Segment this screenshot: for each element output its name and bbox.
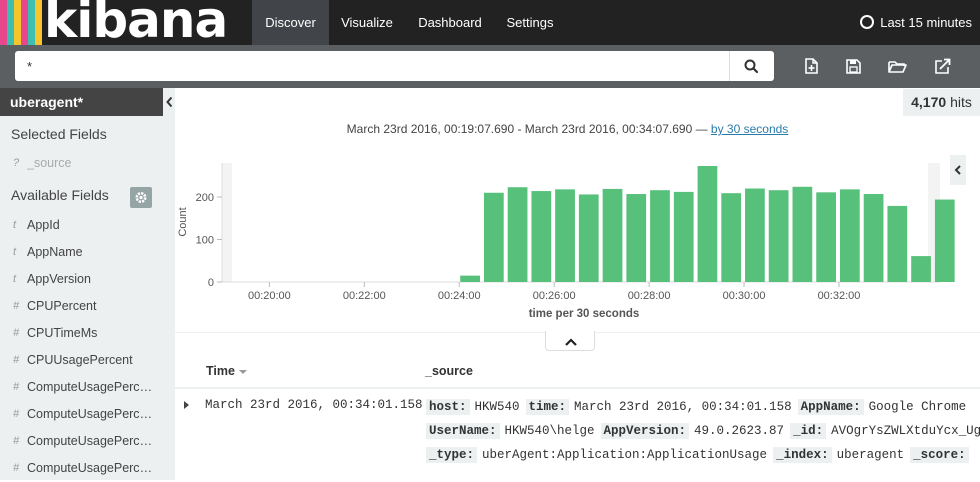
source-field-value: 49.0.2623.87 <box>694 424 785 438</box>
histogram-bar[interactable] <box>911 256 931 282</box>
histogram-chart: 0 100 200 Count 00:20:00 00:22:00 00:24:00 00:2… <box>177 163 955 320</box>
x-tick-label: 00:32:00 <box>818 290 861 302</box>
histogram-bar[interactable] <box>863 194 884 282</box>
chevron-up-icon <box>565 338 577 346</box>
histogram-bar[interactable] <box>483 192 504 282</box>
source-field-value: HKW540 <box>474 400 520 414</box>
sort-down-icon[interactable] <box>238 368 248 376</box>
field-name: ComputeUsagePercen... <box>27 407 159 421</box>
field-type-icon: # <box>13 354 20 366</box>
source-field-key: AppName: <box>797 399 864 415</box>
field-type-icon: # <box>13 435 20 447</box>
field-type-icon: # <box>13 408 20 420</box>
field-name: CPUUsagePercent <box>27 353 133 367</box>
source-field-key: _index: <box>773 447 832 463</box>
source-field-key: AppVersion: <box>600 423 690 439</box>
histogram-bar[interactable] <box>887 205 908 282</box>
y-tick-label: 0 <box>208 277 214 289</box>
field-item-cpuusagepercent[interactable]: # CPUUsagePercent <box>0 347 175 374</box>
field-item-computeusagepercen[interactable]: # ComputeUsagePercen... <box>0 401 175 428</box>
histogram-bar[interactable] <box>697 165 718 282</box>
column-header-time[interactable]: Time <box>206 364 248 378</box>
field-type-icon: # <box>13 462 20 474</box>
source-field-key: time: <box>525 399 570 415</box>
histogram-bar[interactable] <box>792 186 813 282</box>
source-field-key: _id: <box>790 423 827 439</box>
source-field-value: HKW540\helge <box>504 424 595 438</box>
source-field-value: Google Chrome <box>868 400 967 414</box>
x-tick-label: 00:30:00 <box>723 290 766 302</box>
histogram-bar[interactable] <box>673 191 694 282</box>
source-field-key: UserName: <box>426 423 500 439</box>
histogram-bar[interactable] <box>555 189 575 282</box>
column-label: Time <box>206 364 235 378</box>
y-axis-label: Count <box>177 207 189 236</box>
histogram-bar[interactable] <box>531 191 552 282</box>
field-item-computeusagepercen[interactable]: # ComputeUsagePercen... <box>0 428 175 455</box>
field-name: ComputeUsagePercen... <box>27 461 159 475</box>
field-item-computeusagepercen[interactable]: # ComputeUsagePercen... <box>0 455 175 482</box>
source-line: _type: uberAgent:Application:ApplicationU… <box>426 447 980 463</box>
histogram-bar[interactable] <box>602 188 623 282</box>
row-time-cell: March 23rd 2016, 00:34:01.158 <box>205 398 423 412</box>
histogram-bar[interactable] <box>721 193 742 282</box>
y-tick-label: 100 <box>196 235 214 247</box>
histogram-bar[interactable] <box>816 192 836 282</box>
x-tick-label: 00:26:00 <box>533 290 576 302</box>
source-line: UserName: HKW540\helge AppVersion: 49.0.262… <box>426 423 980 439</box>
histogram-bar[interactable] <box>578 194 599 282</box>
chart-edge-left <box>222 163 232 282</box>
source-field-key: host: <box>426 399 470 415</box>
source-field-key: _type: <box>426 447 478 463</box>
x-axis-label: time per 30 seconds <box>529 308 640 320</box>
source-field-key: _score: <box>910 447 969 463</box>
column-header-source[interactable]: _source <box>425 364 473 378</box>
histogram-bar[interactable] <box>650 190 670 282</box>
histogram-bar[interactable] <box>839 189 860 282</box>
source-field-value: March 23rd 2016, 00:34:01.158 <box>574 400 792 414</box>
field-item-computeusagepercen[interactable]: # ComputeUsagePercen... <box>0 374 175 401</box>
histogram-bar[interactable] <box>768 190 789 282</box>
field-name: ComputeUsagePercen... <box>27 380 159 394</box>
histogram-bar[interactable] <box>934 199 955 282</box>
header-divider <box>175 387 980 389</box>
histogram-bar[interactable] <box>507 187 528 282</box>
source-line: host: HKW540 time: March 23rd 2016, 00:34:0… <box>426 399 972 415</box>
histogram-bar[interactable] <box>745 188 765 283</box>
chart-toggle-button[interactable] <box>545 331 595 351</box>
histogram-bar[interactable] <box>626 194 647 282</box>
source-field-value: uberAgent:Application:ApplicationUsage <box>482 448 768 462</box>
source-field-value: AVOgrYsZWLXtduYcx_Ug <box>831 424 980 438</box>
expand-row-icon[interactable] <box>182 399 192 411</box>
y-tick-label: 200 <box>196 192 214 204</box>
field-type-icon: # <box>13 381 20 393</box>
x-tick-label: 00:20:00 <box>248 290 291 302</box>
x-tick-label: 00:22:00 <box>343 290 386 302</box>
source-field-value: uberagent <box>836 448 905 462</box>
x-tick-label: 00:28:00 <box>628 290 671 302</box>
x-tick-label: 00:24:00 <box>438 290 481 302</box>
field-name: ComputeUsagePercen... <box>27 434 159 448</box>
histogram-bar[interactable] <box>460 275 480 282</box>
